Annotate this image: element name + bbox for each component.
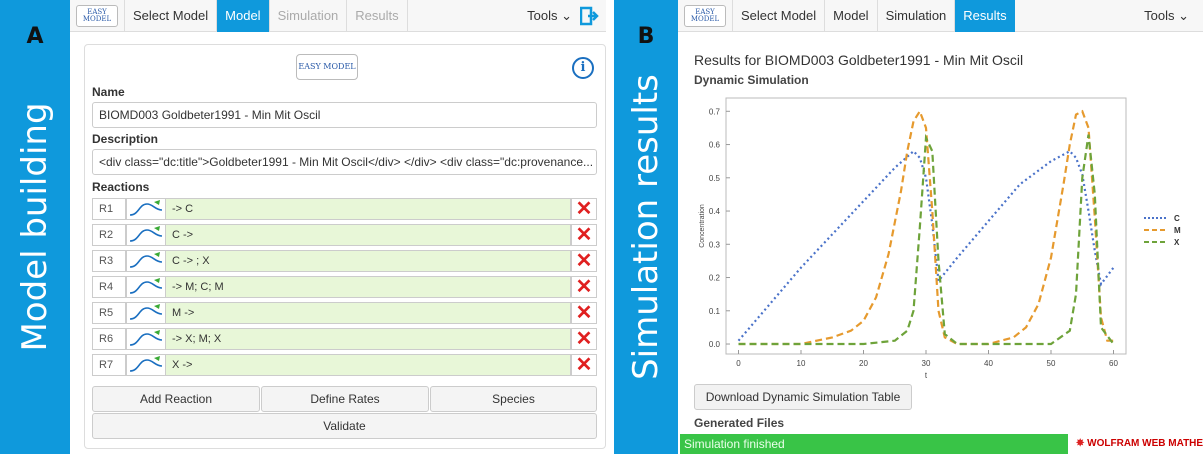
y-tick-label: 0.1 [709, 307, 721, 316]
nav-select-model[interactable]: Select Model [124, 0, 216, 32]
delete-x-icon[interactable]: ✕ [571, 302, 597, 324]
species-button[interactable]: Species [430, 386, 597, 412]
delete-x-icon[interactable]: ✕ [571, 198, 597, 220]
nav-results[interactable]: Results [954, 0, 1015, 32]
description-label: Description [92, 132, 159, 146]
reaction-equation[interactable]: C -> ; X [166, 250, 571, 272]
reaction-equation[interactable]: C -> [166, 224, 571, 246]
reaction-equation[interactable]: M -> [166, 302, 571, 324]
easymodel-logo-large: EASY MODEL [296, 54, 358, 80]
reaction-id: R5 [92, 302, 126, 324]
x-axis-label: t [925, 371, 928, 380]
reaction-id: R6 [92, 328, 126, 350]
x-tick-label: 60 [1109, 359, 1118, 368]
kinetics-curve-icon[interactable] [126, 224, 166, 246]
tools-menu[interactable]: Tools ⌄ [1144, 0, 1189, 32]
y-axis-label: Concentration [699, 204, 706, 248]
dynamic-simulation-label: Dynamic Simulation [694, 73, 809, 87]
panel-b-side-title: Simulation results [626, 74, 666, 380]
status-bar: Simulation finished [680, 434, 1068, 454]
x-tick-label: 0 [736, 359, 741, 368]
reaction-row[interactable]: R4 -> M; C; M ✕ [92, 276, 597, 298]
kinetics-curve-icon[interactable] [126, 354, 166, 376]
easymodel-logo[interactable]: EASY MODEL [76, 4, 118, 27]
wolfram-star-icon: ✸ [1076, 438, 1085, 449]
reaction-equation[interactable]: -> M; C; M [166, 276, 571, 298]
nav-simulation[interactable]: Simulation [876, 0, 955, 32]
panel-b-sidebar: B Simulation results [614, 0, 678, 454]
download-table-button[interactable]: Download Dynamic Simulation Table [694, 384, 912, 410]
y-tick-label: 0.2 [709, 274, 721, 283]
nav-results[interactable]: Results [346, 0, 408, 32]
chart-svg: 0 10 20 30 40 50 60 0.0 0.1 0.2 0.3 0.4 0.5 0.6 0.7 t Co… [699, 97, 1181, 380]
panel-a-sidebar: A Model building [0, 0, 70, 454]
reaction-id: R4 [92, 276, 126, 298]
reaction-row[interactable]: R2 C -> ✕ [92, 224, 597, 246]
y-tick-label: 0.6 [709, 141, 721, 150]
y-tick-label: 0.7 [709, 107, 721, 116]
legend-label-x: X [1174, 238, 1180, 247]
reaction-row[interactable]: R7 X -> ✕ [92, 354, 597, 376]
panel-a: A Model building EASY MODEL Select Model… [0, 0, 606, 454]
name-label: Name [92, 85, 125, 99]
reaction-id: R7 [92, 354, 126, 376]
name-field[interactable]: BIOMD003 Goldbeter1991 - Min Mit Oscil [92, 102, 597, 128]
x-tick-label: 30 [922, 359, 931, 368]
nav-select-model[interactable]: Select Model [732, 0, 824, 32]
reaction-equation[interactable]: -> X; M; X [166, 328, 571, 350]
define-rates-button[interactable]: Define Rates [261, 386, 429, 412]
x-tick-label: 20 [859, 359, 868, 368]
nav-model[interactable]: Model [824, 0, 876, 32]
wolfram-text: WOLFRAM WEB MATHEMATI [1087, 438, 1203, 449]
kinetics-curve-icon[interactable] [126, 302, 166, 324]
x-tick-label: 10 [797, 359, 806, 368]
reaction-id: R1 [92, 198, 126, 220]
concentration-chart: 0 10 20 30 40 50 60 0.0 0.1 0.2 0.3 0.4 0.5 0.6 0.7 t Co… [686, 90, 1203, 382]
wolfram-logo: ✸ WOLFRAM WEB MATHEMATI [1076, 432, 1203, 456]
panel-b-navbar: EASY MODEL Select Model Model Simulation… [678, 0, 1203, 32]
generated-files-label: Generated Files [694, 416, 785, 430]
kinetics-curve-icon[interactable] [126, 250, 166, 272]
kinetics-curve-icon[interactable] [126, 276, 166, 298]
panel-a-side-title: Model building [15, 102, 55, 352]
kinetics-curve-icon[interactable] [126, 198, 166, 220]
panel-a-navbar: EASY MODEL Select Model Model Simulation… [70, 0, 606, 32]
legend-label-c: C [1174, 214, 1180, 223]
reaction-id: R2 [92, 224, 126, 246]
kinetics-curve-icon[interactable] [126, 328, 166, 350]
reaction-equation[interactable]: X -> [166, 354, 571, 376]
exit-icon[interactable] [580, 6, 600, 26]
delete-x-icon[interactable]: ✕ [571, 224, 597, 246]
panel-b: B Simulation results EASY MODEL Select M… [614, 0, 1203, 454]
delete-x-icon[interactable]: ✕ [571, 354, 597, 376]
y-tick-label: 0.0 [709, 340, 721, 349]
nav-simulation[interactable]: Simulation [268, 0, 347, 32]
nav-model[interactable]: Model [216, 0, 269, 32]
reactions-label: Reactions [92, 180, 150, 194]
info-icon[interactable]: i [572, 57, 594, 79]
x-tick-label: 50 [1047, 359, 1056, 368]
validate-button[interactable]: Validate [92, 413, 597, 439]
reaction-equation[interactable]: -> C [166, 198, 571, 220]
tools-menu[interactable]: Tools ⌄ [527, 0, 572, 32]
delete-x-icon[interactable]: ✕ [571, 276, 597, 298]
x-tick-label: 40 [984, 359, 993, 368]
results-title: Results for BIOMD003 Goldbeter1991 - Min… [694, 52, 1024, 68]
delete-x-icon[interactable]: ✕ [571, 250, 597, 272]
reaction-row[interactable]: R1 -> C ✕ [92, 198, 597, 220]
y-tick-label: 0.5 [709, 174, 721, 183]
delete-x-icon[interactable]: ✕ [571, 328, 597, 350]
reaction-row[interactable]: R5 M -> ✕ [92, 302, 597, 324]
y-tick-label: 0.4 [709, 207, 721, 216]
reaction-row[interactable]: R3 C -> ; X ✕ [92, 250, 597, 272]
easymodel-logo[interactable]: EASY MODEL [684, 4, 726, 27]
legend-label-m: M [1174, 226, 1181, 235]
reaction-id: R3 [92, 250, 126, 272]
reaction-row[interactable]: R6 -> X; M; X ✕ [92, 328, 597, 350]
y-tick-label: 0.3 [709, 240, 721, 249]
add-reaction-button[interactable]: Add Reaction [92, 386, 260, 412]
description-field[interactable]: <div class="dc:title">Goldbeter1991 - Mi… [92, 149, 597, 175]
